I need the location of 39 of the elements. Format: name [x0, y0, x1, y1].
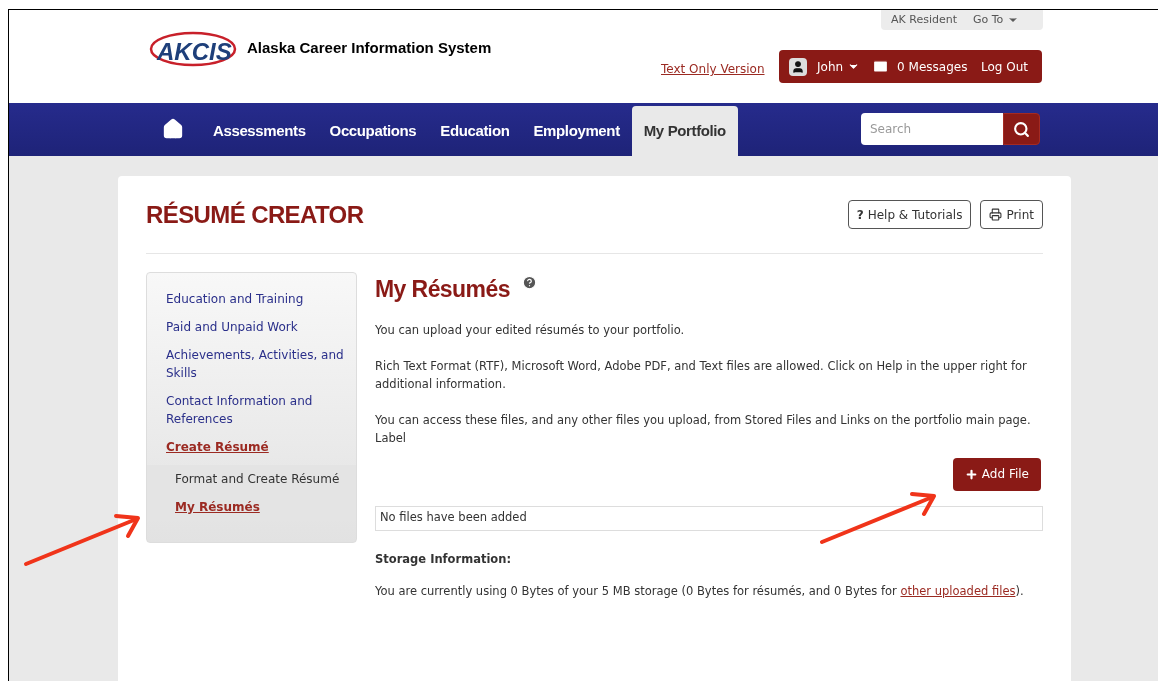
storage-text: You are currently using 0 Bytes of your 5 MB storage (0 Bytes for résumés, and 0 Bytes for other uploaded files). [375, 582, 1025, 600]
plus-icon [964, 467, 978, 481]
sidebar-link[interactable]: Format and Create Résumé [147, 465, 356, 493]
resident-link[interactable]: AK Resident [891, 11, 957, 29]
logout-link[interactable]: Log Out [981, 57, 1028, 76]
messages-link[interactable]: 0 Messages [897, 57, 968, 76]
sidebar-link[interactable]: My Résumés [147, 493, 356, 521]
user-icon [789, 57, 807, 76]
info-text: Rich Text Format (RTF), Microsoft Word, Adobe PDF, and Text files are allowed. Click on Help in the upper right for additional information. [375, 357, 1028, 393]
sidebar-link[interactable]: Achievements, Activities, and Skills [147, 341, 356, 387]
sidebar-link[interactable]: Create Résumé [147, 433, 356, 461]
user-menu[interactable]: John [817, 57, 861, 76]
nav-tab[interactable]: Education [428, 106, 522, 156]
search-field[interactable]: Search [861, 113, 1003, 145]
sidebar-link[interactable]: Contact Information and References [147, 387, 356, 433]
page-title: RÉSUMÉ CREATOR [146, 199, 364, 230]
sidebar-link[interactable]: Education and Training [147, 285, 356, 313]
goto-menu[interactable]: Go To [973, 11, 1020, 29]
help-icon [521, 275, 537, 290]
printer-icon [989, 208, 1003, 221]
text-only-link[interactable]: Text Only Version [661, 60, 765, 78]
help-button[interactable]: ? Help & Tutorials [847, 200, 972, 229]
site-title: Alaska Career Information System [247, 37, 492, 58]
search-icon [1013, 120, 1030, 138]
info-text: You can upload your edited résumés to your portfolio. [375, 321, 686, 339]
nav-tab[interactable]: My Portfolio [631, 106, 738, 156]
uploaded-files-link[interactable]: other uploaded files [900, 583, 1016, 598]
info-text: You can access these files, and any other files you upload, from Stored Files and Links on the portfolio main page. [375, 411, 1032, 429]
sidebar-link[interactable]: Paid and Unpaid Work [147, 313, 356, 341]
storage-heading: Storage Information: [375, 550, 513, 568]
section-heading: My Résumés [375, 275, 510, 304]
nav-tab[interactable]: Occupations [317, 106, 429, 156]
nav-tab[interactable]: Employment [521, 106, 632, 156]
nav-tab[interactable]: Assessments [201, 106, 318, 156]
search-button[interactable] [1003, 113, 1040, 145]
add-file-button[interactable]: Add File [952, 457, 1041, 491]
print-button[interactable]: Print [980, 200, 1043, 229]
label-text: Label [375, 429, 408, 447]
files-list: No files have been added [375, 505, 1043, 531]
